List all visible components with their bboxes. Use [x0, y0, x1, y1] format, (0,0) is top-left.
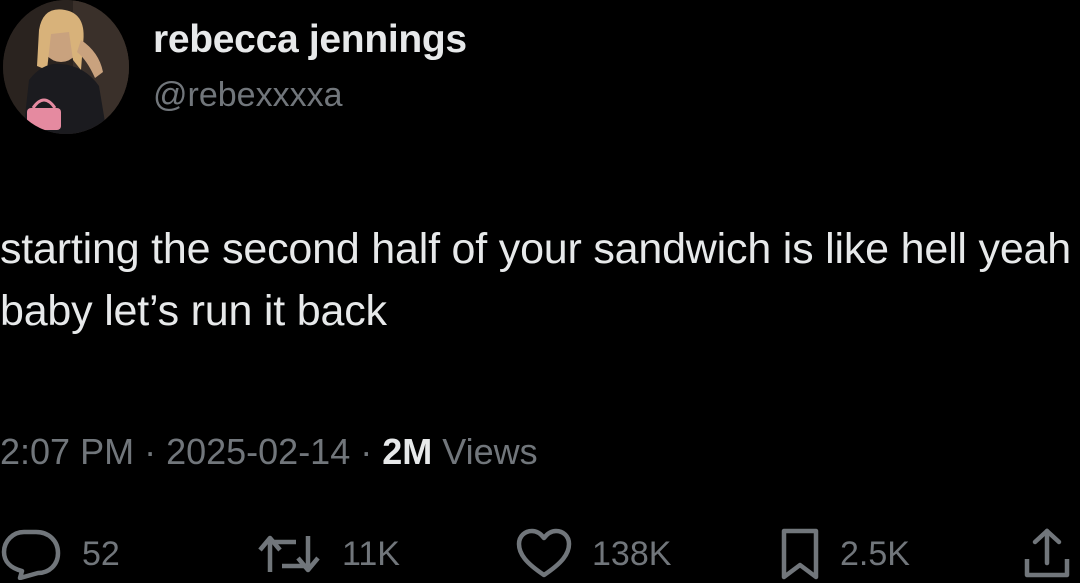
tweet-time[interactable]: 2:07 PM — [0, 431, 134, 472]
avatar-photo — [3, 0, 129, 134]
retweet-button[interactable]: 11K — [256, 525, 400, 583]
retweet-icon — [258, 535, 320, 573]
meta-separator: · — [144, 431, 157, 472]
share-button[interactable] — [1022, 525, 1072, 583]
tweet-text: starting the second half of your sandwic… — [0, 225, 1071, 335]
bookmark-count: 2.5K — [840, 534, 910, 573]
meta-separator: · — [360, 431, 373, 472]
like-button[interactable]: 138K — [516, 525, 671, 583]
share-icon — [1024, 528, 1070, 578]
handle[interactable]: @rebexxxxa — [153, 76, 342, 115]
views-label: Views — [442, 431, 538, 472]
views-count: 2M — [382, 431, 433, 472]
reply-icon — [1, 529, 61, 580]
retweet-count: 11K — [342, 534, 400, 573]
reply-button[interactable]: 52 — [0, 525, 120, 583]
bookmark-icon — [781, 528, 819, 580]
tweet-meta: 2:07 PM · 2025-02-14 · 2M Views — [0, 431, 538, 473]
display-name[interactable]: rebecca jennings — [153, 18, 467, 62]
like-count: 138K — [592, 534, 672, 573]
action-bar: 52 11K 138K 2.5K — [0, 525, 1080, 583]
tweet-date[interactable]: 2025-02-14 — [166, 431, 350, 472]
avatar[interactable] — [3, 0, 129, 134]
bookmark-button[interactable]: 2.5K — [780, 525, 910, 583]
heart-icon — [516, 528, 572, 578]
reply-count: 52 — [82, 534, 120, 573]
